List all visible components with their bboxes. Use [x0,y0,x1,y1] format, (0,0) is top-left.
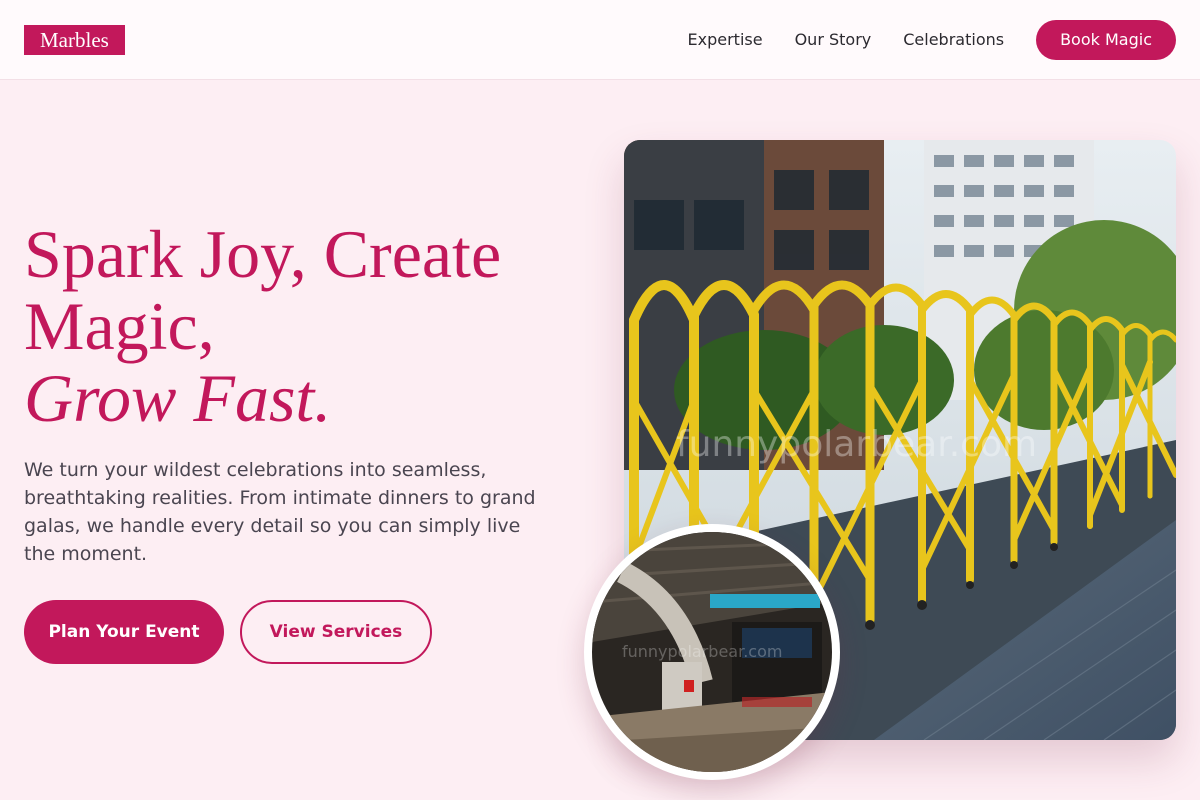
hero-title-line-2: Magic, [24,288,215,364]
view-services-button[interactable]: View Services [240,600,432,664]
site-header: Marbles Expertise Our Story Celebrations… [0,0,1200,80]
circle-photo-watermark: funnypolarbear.com [622,642,783,661]
main-photo-watermark: funnypolarbear.com [676,424,1038,465]
logo[interactable]: Marbles [24,24,125,55]
hero-circle-photo: funnypolarbear.com [584,524,840,780]
nav-link-our-story[interactable]: Our Story [795,30,872,49]
hero-title: Spark Joy, Create Magic, Grow Fast. [24,218,584,434]
circle-photo-inner: funnypolarbear.com [592,532,832,772]
plan-event-button[interactable]: Plan Your Event [24,600,224,664]
nav-link-expertise[interactable]: Expertise [688,30,763,49]
book-magic-button[interactable]: Book Magic [1036,19,1176,60]
nav-link-celebrations[interactable]: Celebrations [903,30,1004,49]
main-nav: Expertise Our Story Celebrations Book Ma… [688,19,1176,60]
hero-description: We turn your wildest celebrations into s… [24,459,536,565]
hero-title-line-3: Grow Fast. [24,360,332,436]
hero-title-line-1: Spark Joy, Create [24,216,502,292]
